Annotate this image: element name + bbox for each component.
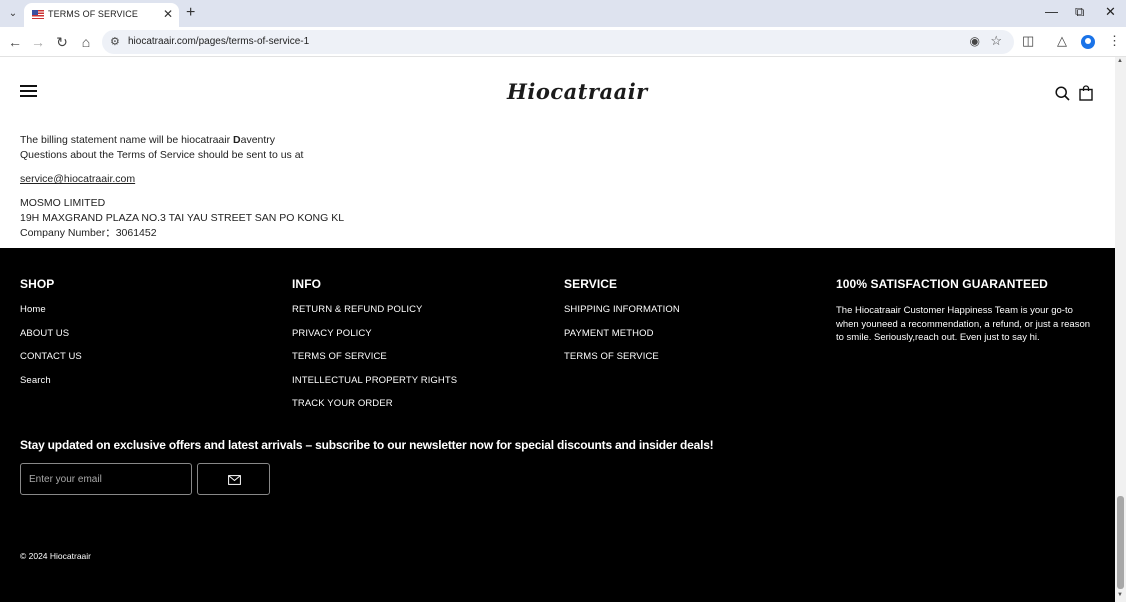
browser-tab-bar: ⌄ TERMS OF SERVICE ✕ + — ⧉ ✕	[0, 0, 1126, 27]
omnibox[interactable]: ⚙ hiocatraair.com/pages/terms-of-service…	[102, 30, 1014, 54]
search-icon[interactable]	[1055, 86, 1070, 101]
tab-close-icon[interactable]: ✕	[163, 7, 173, 21]
footer-link-ip-rights[interactable]: INTELLECTUAL PROPERTY RIGHTS	[292, 375, 457, 386]
browser-tab[interactable]: TERMS OF SERVICE ✕	[24, 3, 179, 27]
company-name: MOSMO LIMITED	[20, 197, 106, 209]
footer-info-column: INFO RETURN & REFUND POLICY PRIVACY POLI…	[292, 277, 457, 422]
company-address: 19H MAXGRAND PLAZA NO.3 TAI YAU STREET S…	[20, 212, 345, 224]
address-toolbar: ← → ↻ ⌂ ⚙ hiocatraair.com/pages/terms-of…	[0, 27, 1126, 57]
footer-link-home[interactable]: Home	[20, 304, 82, 315]
billing-statement-line: The billing statement name will be hioca…	[20, 134, 276, 146]
window-close-icon[interactable]: ✕	[1105, 4, 1116, 20]
menu-hamburger-icon[interactable]	[20, 85, 37, 97]
eye-off-icon[interactable]: ◉	[970, 34, 980, 48]
labs-flask-icon[interactable]: △	[1057, 33, 1067, 49]
tab-title: TERMS OF SERVICE	[48, 9, 138, 19]
footer-link-privacy-policy[interactable]: PRIVACY POLICY	[292, 328, 457, 339]
footer-service-heading: SERVICE	[564, 277, 618, 291]
newsletter-email-input[interactable]	[20, 463, 192, 495]
contact-email-link[interactable]: service@hiocatraair.com	[20, 172, 135, 187]
copyright-text: © 2024 Hiocatraair	[20, 551, 91, 561]
footer-shop-heading: SHOP	[20, 277, 55, 291]
scrollbar-thumb[interactable]	[1117, 496, 1124, 589]
footer-link-track-order[interactable]: TRACK YOUR ORDER	[292, 398, 457, 409]
footer-guarantee-heading: 100% SATISFACTION GUARANTEED	[836, 277, 1048, 291]
footer-link-search[interactable]: Search	[20, 375, 82, 386]
browser-menu-icon[interactable]: ⋮	[1108, 33, 1121, 49]
minimize-icon[interactable]: —	[1045, 4, 1058, 19]
mail-icon	[228, 475, 241, 485]
site-logo[interactable]: Hiocatraair	[507, 79, 648, 104]
cart-bag-icon[interactable]	[1079, 85, 1093, 101]
home-icon[interactable]: ⌂	[77, 33, 95, 51]
reload-icon[interactable]: ↻	[53, 33, 71, 51]
terms-content: The billing statement name will be hioca…	[20, 133, 344, 241]
footer-link-contact-us[interactable]: CONTACT US	[20, 351, 82, 362]
footer-link-terms-of-service[interactable]: TERMS OF SERVICE	[292, 351, 457, 362]
footer-guarantee-column: 100% SATISFACTION GUARANTEED The Hiocatr…	[836, 277, 1096, 345]
footer-guarantee-text: The Hiocatraair Customer Happiness Team …	[836, 305, 1091, 343]
back-icon[interactable]: ←	[6, 33, 24, 51]
forward-icon[interactable]: →	[29, 33, 47, 51]
footer-link-about-us[interactable]: ABOUT US	[20, 328, 82, 339]
footer-info-heading: INFO	[292, 277, 322, 291]
company-number: Company Number：3061452	[20, 227, 157, 239]
footer-link-refund-policy[interactable]: RETURN & REFUND POLICY	[292, 304, 457, 315]
extensions-icon[interactable]: ◫	[1022, 33, 1034, 49]
scroll-up-arrow-icon[interactable]: ▲	[1117, 58, 1123, 64]
newsletter-submit-button[interactable]	[197, 463, 270, 495]
url-text[interactable]: hiocatraair.com/pages/terms-of-service-1	[128, 36, 309, 47]
web-page: Hiocatraair The billing statement name w…	[0, 57, 1115, 602]
footer-service-column: SERVICE SHIPPING INFORMATION PAYMENT MET…	[564, 277, 680, 375]
site-info-icon[interactable]: ⚙	[110, 35, 120, 48]
footer-shop-column: SHOP Home ABOUT US CONTACT US Search	[20, 277, 82, 398]
footer-link-terms-of-service-2[interactable]: TERMS OF SERVICE	[564, 351, 680, 362]
site-footer: SHOP Home ABOUT US CONTACT US Search INF…	[0, 248, 1115, 602]
restore-icon[interactable]: ⧉	[1075, 4, 1084, 20]
profile-avatar-icon[interactable]	[1081, 35, 1095, 49]
new-tab-icon[interactable]: +	[186, 4, 195, 22]
footer-link-shipping-info[interactable]: SHIPPING INFORMATION	[564, 304, 680, 315]
newsletter-heading: Stay updated on exclusive offers and lat…	[20, 438, 714, 452]
footer-link-payment-method[interactable]: PAYMENT METHOD	[564, 328, 680, 339]
questions-line: Questions about the Terms of Service sho…	[20, 149, 304, 161]
tab-search-icon[interactable]: ⌄	[4, 5, 22, 23]
scroll-down-arrow-icon[interactable]: ▼	[1117, 592, 1123, 598]
bookmark-star-icon[interactable]: ☆	[990, 33, 1002, 49]
us-flag-icon	[32, 10, 44, 19]
